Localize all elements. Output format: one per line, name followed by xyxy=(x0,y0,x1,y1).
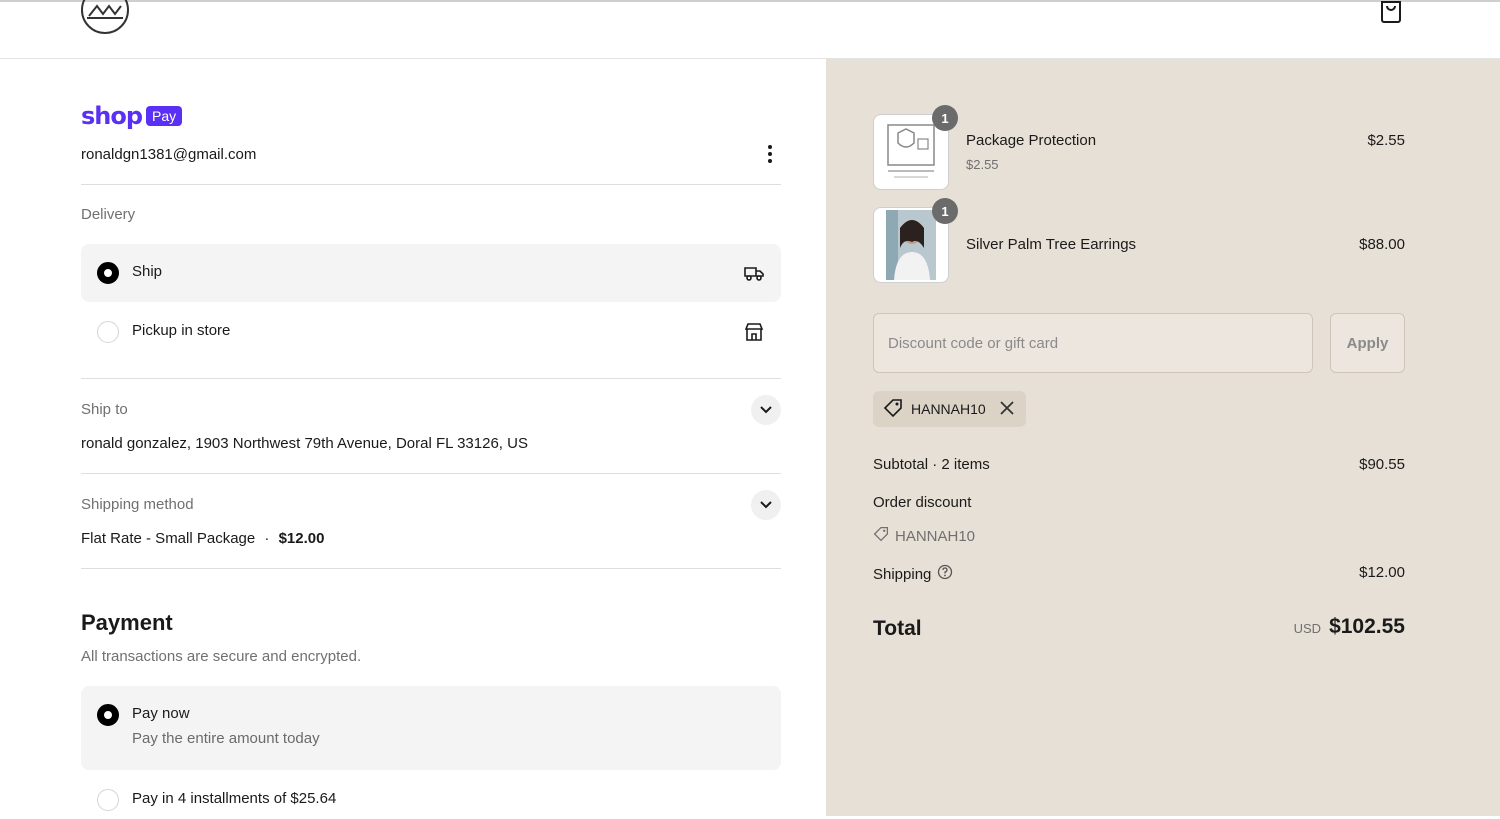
account-email: ronaldgn1381@gmail.com xyxy=(81,146,257,163)
shop-pay-logo: shop Pay xyxy=(81,101,183,131)
pickup-label: Pickup in store xyxy=(132,322,231,339)
ship-to-expand-chevron-icon[interactable] xyxy=(751,395,781,425)
shipping-row-label: Shipping xyxy=(873,564,953,584)
item-name: Package Protection xyxy=(966,132,1097,149)
tag-icon xyxy=(883,398,903,421)
installments-radio[interactable] xyxy=(97,789,119,811)
ship-radio[interactable] xyxy=(97,262,119,284)
payment-subtitle: All transactions are secure and encrypte… xyxy=(81,648,362,665)
delivery-label: Delivery xyxy=(81,206,136,223)
product-thumbnail: 1 xyxy=(873,198,958,283)
more-options-icon[interactable] xyxy=(760,143,780,165)
total-value-group: USD $102.55 xyxy=(1294,615,1405,639)
shipping-method-separator: · xyxy=(264,530,270,547)
installments-label: Pay in 4 installments of $25.64 xyxy=(132,790,337,807)
shop-pay-wordmark: shop xyxy=(81,102,143,130)
ship-to-label: Ship to xyxy=(81,401,128,418)
shipping-method-expand-chevron-icon[interactable] xyxy=(751,490,781,520)
pickup-radio[interactable] xyxy=(97,321,119,343)
discount-code-input[interactable] xyxy=(873,313,1313,373)
order-discount-label: Order discount xyxy=(873,494,972,511)
delivery-option-ship[interactable]: Ship xyxy=(81,244,781,302)
ship-label: Ship xyxy=(132,263,163,280)
subtotal-label: Subtotal · 2 items xyxy=(873,456,990,473)
payment-option-pay-now[interactable]: Pay now Pay the entire amount today xyxy=(81,686,781,770)
shop-pay-badge: Pay xyxy=(146,106,183,126)
shipping-method-name: Flat Rate - Small Package xyxy=(81,530,256,547)
applied-discount-code: HANNAH10 xyxy=(911,401,986,417)
shipping-value: $12.00 xyxy=(1359,564,1405,581)
item-price: $88.00 xyxy=(1359,236,1405,253)
pay-now-radio[interactable] xyxy=(97,704,119,726)
product-thumbnail: 1 xyxy=(873,105,958,190)
payment-option-installments[interactable]: Pay in 4 installments of $25.64 xyxy=(81,779,781,819)
quantity-badge: 1 xyxy=(932,105,958,131)
item-name: Silver Palm Tree Earrings xyxy=(966,236,1137,253)
remove-discount-close-icon[interactable] xyxy=(1000,400,1014,418)
pay-now-subtext: Pay the entire amount today xyxy=(132,730,320,747)
divider xyxy=(81,184,781,185)
shopping-bag-icon[interactable] xyxy=(1379,0,1403,24)
help-icon[interactable] xyxy=(937,564,953,584)
order-discount-code-row: HANNAH10 xyxy=(873,526,975,546)
brand-logo-icon[interactable] xyxy=(81,0,129,34)
order-discount-code: HANNAH10 xyxy=(895,527,976,545)
shipping-label: Shipping xyxy=(873,565,932,583)
item-price: $2.55 xyxy=(1367,132,1405,149)
shipping-method-value: Flat Rate - Small Package · $12.00 xyxy=(81,530,324,547)
pay-now-label: Pay now xyxy=(132,705,190,722)
divider xyxy=(81,378,781,379)
top-header xyxy=(0,0,1500,59)
applied-discount-chip: HANNAH10 xyxy=(873,391,1026,427)
divider xyxy=(81,473,781,474)
ship-to-address: ronald gonzalez, 1903 Northwest 79th Ave… xyxy=(81,435,528,452)
store-icon xyxy=(743,321,765,343)
quantity-badge: 1 xyxy=(932,198,958,224)
delivery-option-pickup[interactable]: Pickup in store xyxy=(81,303,781,361)
apply-discount-button[interactable]: Apply xyxy=(1330,313,1405,373)
item-unit-price: $2.55 xyxy=(966,157,999,172)
order-summary: 1 Package Protection $2.55 $2.55 1 Silve… xyxy=(826,59,1500,816)
truck-icon xyxy=(743,262,765,284)
shipping-method-price: $12.00 xyxy=(278,530,325,547)
grand-total: $102.55 xyxy=(1329,615,1405,638)
checkout-form: shop Pay ronaldgn1381@gmail.com Delivery… xyxy=(0,59,826,816)
divider xyxy=(81,568,781,569)
subtotal-value: $90.55 xyxy=(1359,456,1405,473)
payment-heading: Payment xyxy=(81,610,173,635)
total-label: Total xyxy=(873,617,922,640)
shipping-method-label: Shipping method xyxy=(81,496,194,513)
currency-code: USD xyxy=(1293,621,1322,636)
tag-icon xyxy=(873,526,889,546)
